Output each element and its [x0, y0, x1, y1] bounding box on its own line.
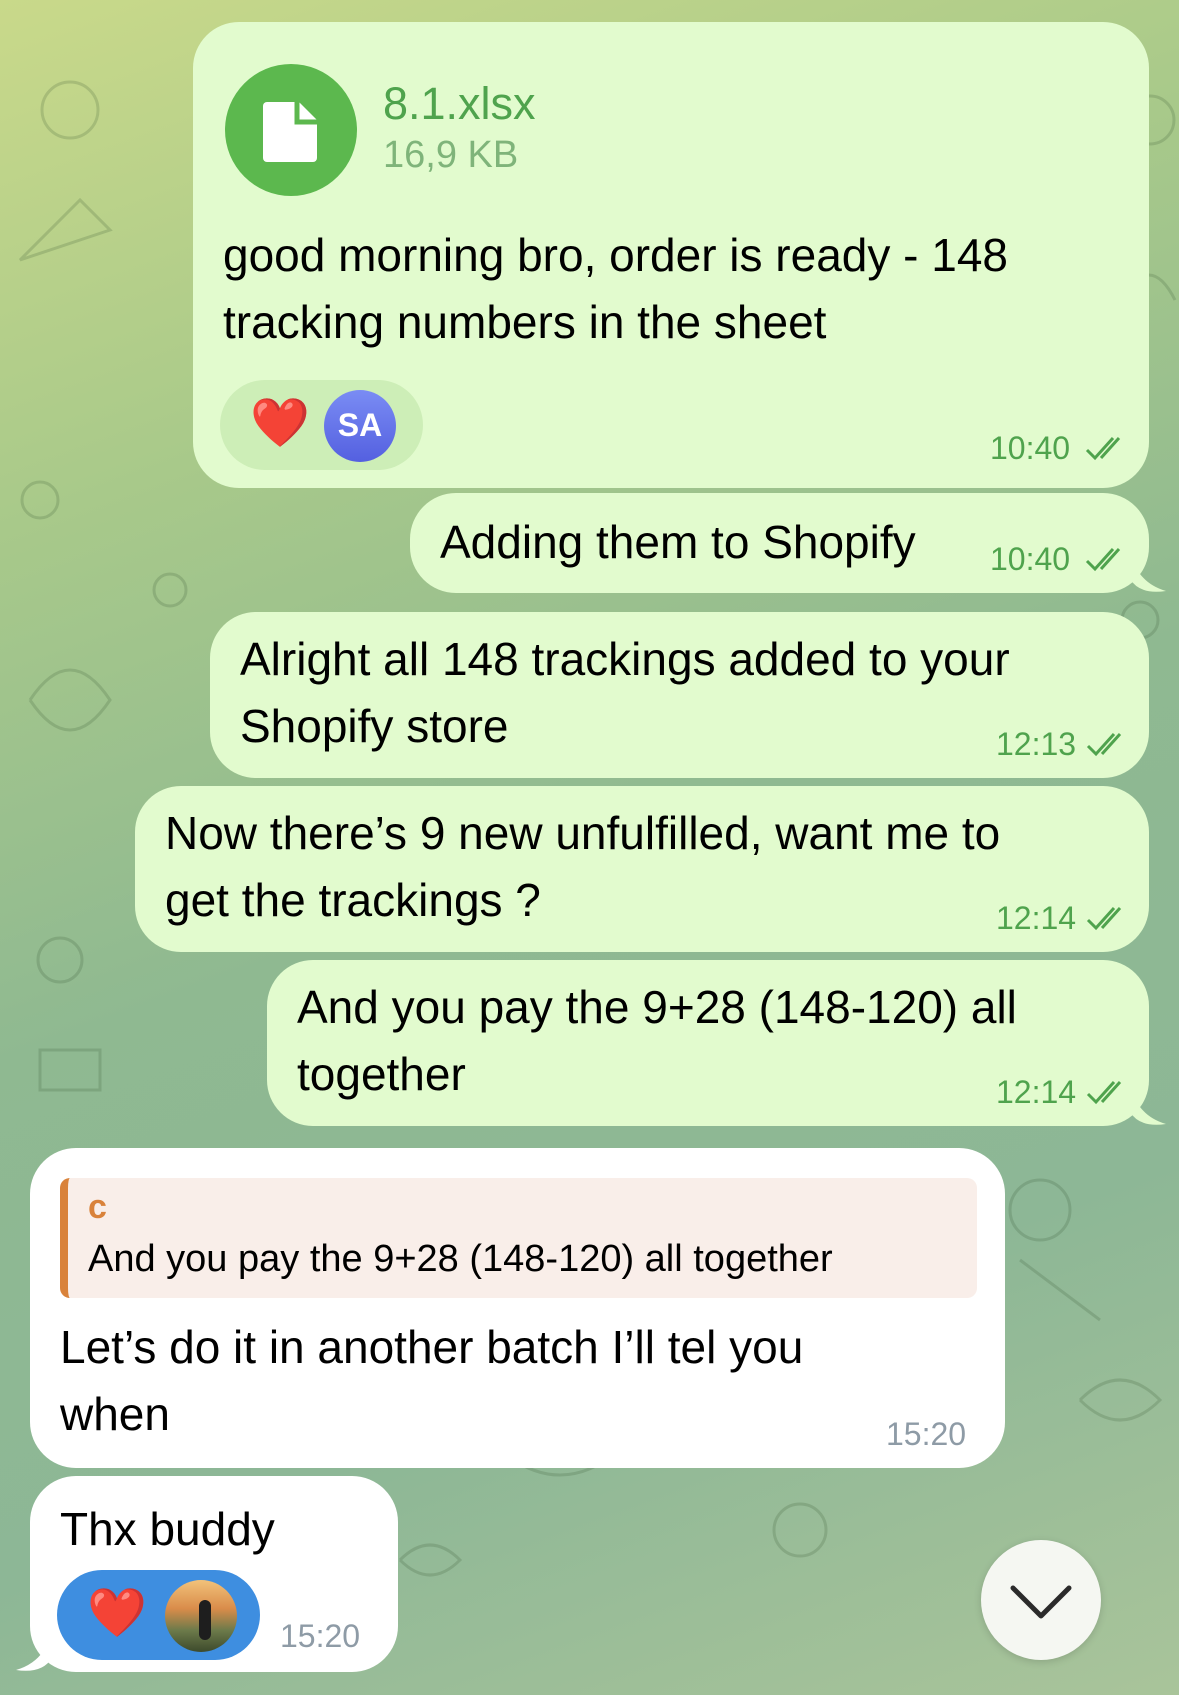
message-bubble-incoming[interactable]: Thx buddy ❤️ 15:20 [30, 1476, 398, 1672]
message-bubble[interactable]: Adding them to Shopify 10:40 [410, 493, 1149, 593]
message-time: 10:40 [990, 541, 1071, 577]
message-line: together [297, 1048, 466, 1100]
double-check-icon [1085, 547, 1121, 572]
message-line: tracking numbers in the sheet [223, 296, 827, 348]
double-check-icon [1086, 906, 1122, 931]
message-line: get the trackings ? [165, 874, 541, 926]
message-bubble-incoming[interactable]: c And you pay the 9+28 (148-120) all tog… [30, 1148, 1005, 1468]
reaction-pill[interactable]: ❤️ [57, 1570, 260, 1660]
message-text: Thx buddy [60, 1503, 275, 1555]
message-bubble-file[interactable]: 8.1.xlsx 16,9 KB good morning bro, order… [193, 22, 1149, 488]
message-text: And you pay the 9+28 (148-120) all toget… [297, 974, 1017, 1108]
message-time: 12:13 [996, 726, 1077, 762]
file-icon [263, 102, 317, 162]
heart-reaction-icon: ❤️ [250, 397, 310, 450]
message-bubble[interactable]: Alright all 148 trackings added to your … [210, 612, 1149, 778]
message-line: Let’s do it in another batch I’ll tel yo… [60, 1321, 804, 1373]
bubble-tail [16, 1632, 52, 1671]
double-check-icon [1085, 436, 1121, 461]
bubble-tail [1130, 1086, 1166, 1125]
double-check-icon [1086, 732, 1122, 757]
bubble-tail [1130, 553, 1166, 592]
message-text: good morning bro, order is ready - 148 t… [223, 222, 1008, 356]
double-check-icon [1086, 1080, 1122, 1105]
message-bubble[interactable]: And you pay the 9+28 (148-120) all toget… [267, 960, 1149, 1126]
reply-quote[interactable]: c And you pay the 9+28 (148-120) all tog… [60, 1178, 977, 1298]
file-name[interactable]: 8.1.xlsx [383, 78, 536, 130]
reactor-initials: SA [337, 407, 383, 443]
reactor-avatar: SA [324, 390, 396, 462]
heart-reaction-icon: ❤️ [87, 1587, 147, 1640]
message-text: Let’s do it in another batch I’ll tel yo… [60, 1314, 803, 1448]
message-text: Adding them to Shopify [440, 516, 916, 568]
reply-text: And you pay the 9+28 (148-120) all toget… [88, 1238, 833, 1280]
message-time: 15:20 [280, 1618, 361, 1654]
file-size: 16,9 KB [383, 134, 519, 176]
reaction-pill[interactable]: ❤️ SA [220, 380, 423, 470]
reply-author: c [88, 1188, 107, 1226]
message-time: 12:14 [996, 900, 1077, 936]
reactor-avatar [165, 1580, 237, 1652]
message-time: 10:40 [990, 430, 1071, 466]
message-bubble[interactable]: Now there’s 9 new unfulfilled, want me t… [135, 786, 1149, 952]
message-line: Alright all 148 trackings added to your [240, 633, 1010, 685]
message-line: Now there’s 9 new unfulfilled, want me t… [165, 807, 1001, 859]
file-icon-circle[interactable] [225, 64, 357, 196]
message-line: And you pay the 9+28 (148-120) all [297, 981, 1017, 1033]
message-line: when [60, 1388, 170, 1440]
message-time: 12:14 [996, 1074, 1077, 1110]
message-text: Now there’s 9 new unfulfilled, want me t… [165, 800, 1000, 934]
chevron-down-icon [1010, 1585, 1072, 1619]
message-text: Alright all 148 trackings added to your … [240, 626, 1010, 760]
message-time: 15:20 [886, 1416, 967, 1452]
scroll-to-bottom-button[interactable] [981, 1540, 1101, 1660]
message-line: Shopify store [240, 700, 509, 752]
message-line: good morning bro, order is ready - 148 [223, 229, 1008, 281]
